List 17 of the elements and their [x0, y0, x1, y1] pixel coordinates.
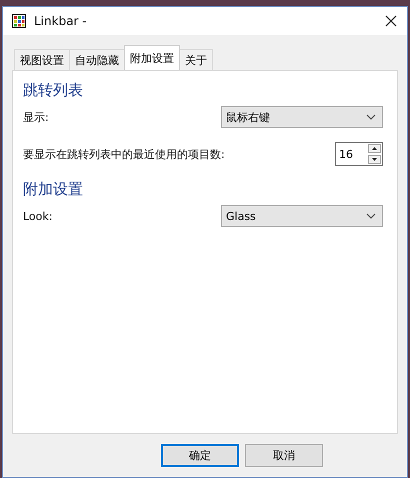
- dialog-button[interactable]: 取消: [245, 444, 323, 467]
- dropdown[interactable]: 鼠标右键: [221, 106, 383, 128]
- tab[interactable]: 视图设置: [14, 49, 70, 70]
- field-label: Look:: [23, 210, 52, 222]
- grid-icon: [12, 14, 26, 28]
- tab[interactable]: 附加设置: [124, 45, 180, 70]
- chevron-down-icon: [366, 213, 376, 219]
- close-icon[interactable]: [385, 15, 397, 27]
- tab[interactable]: 关于: [179, 49, 213, 70]
- section-heading: 跳转列表: [23, 81, 84, 100]
- dialog-button[interactable]: 确定: [161, 444, 239, 467]
- section-heading: 附加设置: [23, 180, 84, 199]
- dropdown[interactable]: Glass: [221, 205, 383, 227]
- field-label: 要显示在跳转列表中的最近使用的项目数:: [23, 146, 225, 162]
- window-title: Linkbar -: [34, 14, 88, 28]
- field-label: 显示:: [23, 110, 49, 124]
- chevron-down-icon: [366, 114, 376, 120]
